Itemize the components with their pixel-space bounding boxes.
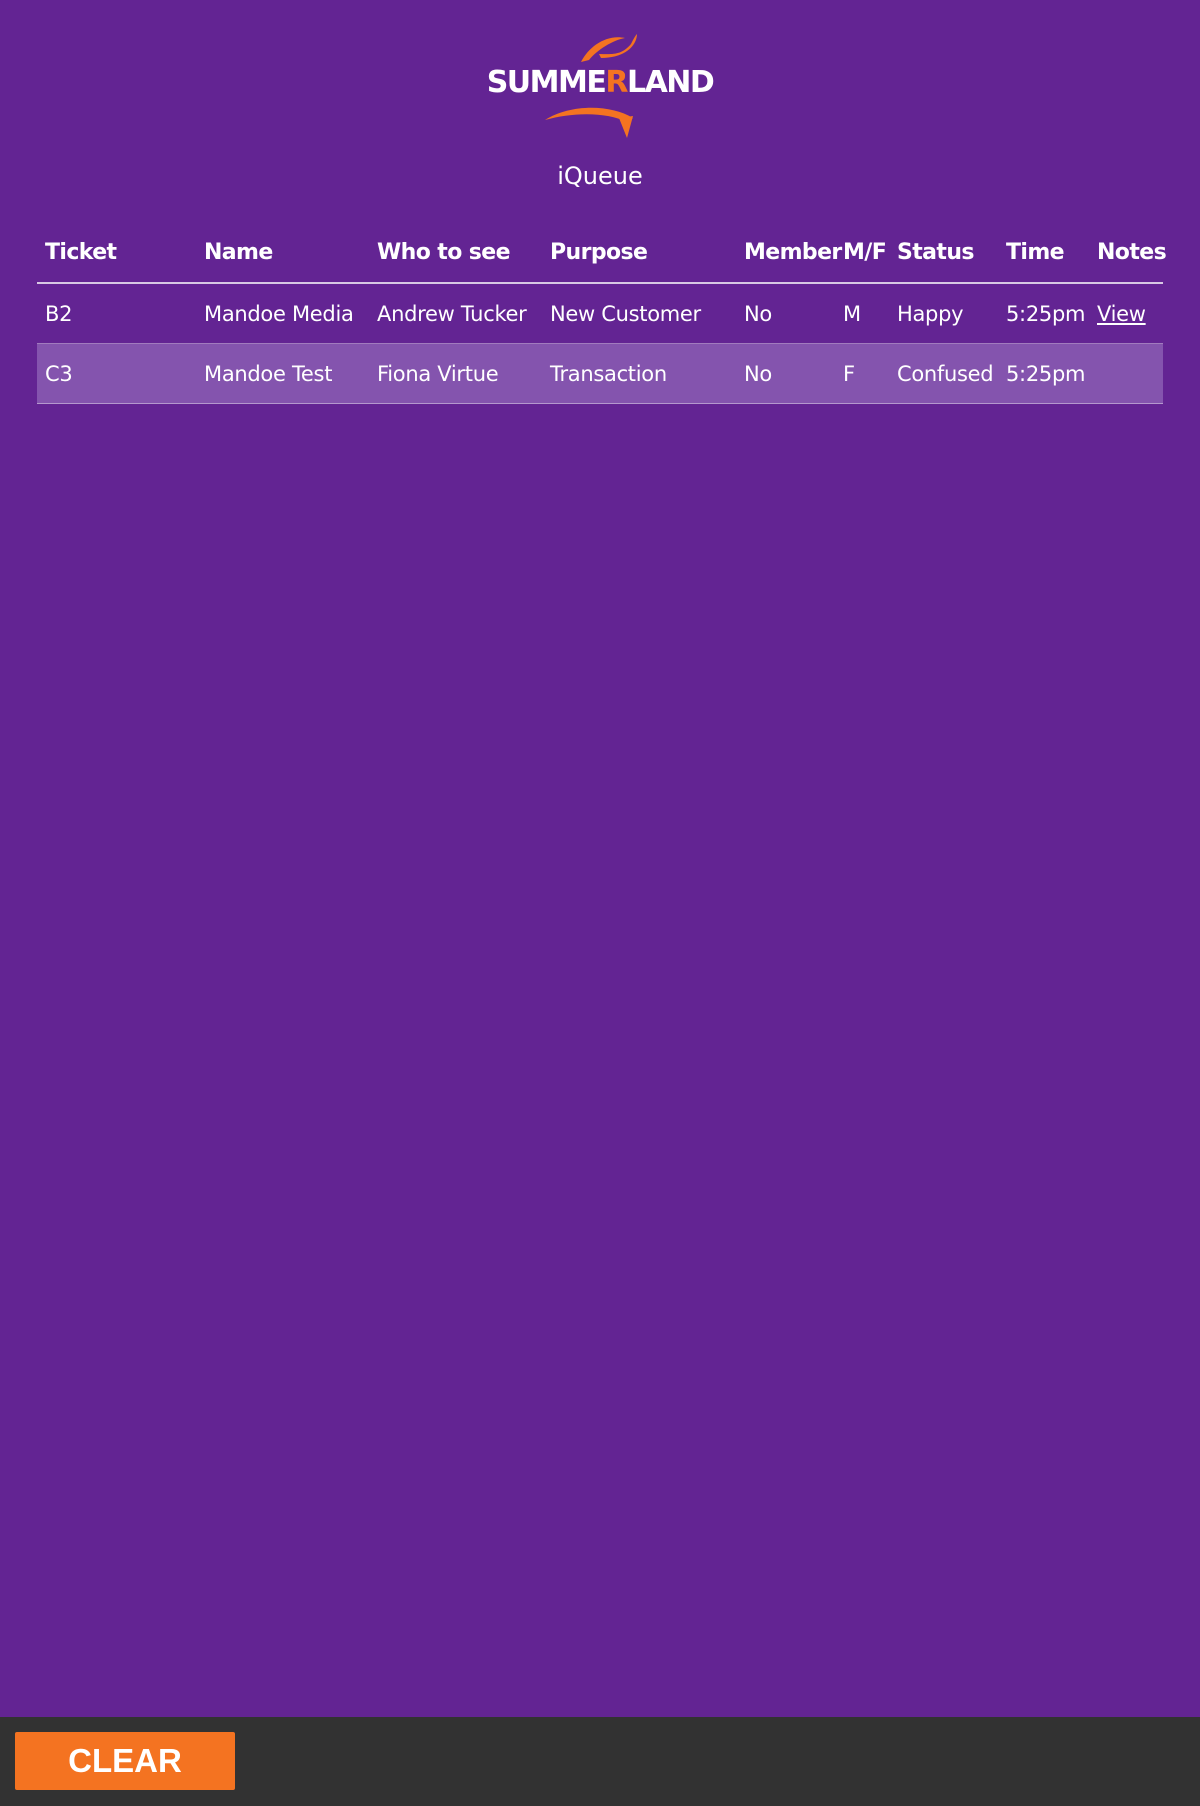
- logo-wave-top: [581, 37, 625, 62]
- cell-member: No: [736, 283, 835, 344]
- column-header-purpose: Purpose: [542, 223, 736, 284]
- app-title: iQueue: [557, 162, 643, 190]
- table-header-row: Ticket Name Who to see Purpose Member M/…: [37, 223, 1167, 284]
- logo-wordmark: SUMMERLAND: [487, 65, 714, 100]
- column-header-member: Member: [736, 223, 842, 284]
- cell-ticket: C3: [37, 343, 196, 404]
- footer-bar: CLEAR: [0, 1717, 1200, 1806]
- column-header-ticket: Ticket: [37, 223, 196, 284]
- cell-status: Confused: [889, 343, 998, 404]
- cell-time: 5:25pm: [998, 283, 1089, 344]
- cell-status: Happy: [889, 283, 998, 344]
- queue-table: Ticket Name Who to see Purpose Member M/…: [37, 223, 1167, 404]
- table-row[interactable]: B2 Mandoe Media Andrew Tucker New Custom…: [37, 283, 1163, 344]
- column-header-status: Status: [889, 223, 998, 284]
- cell-time: 5:25pm: [998, 343, 1089, 404]
- clear-button[interactable]: CLEAR: [15, 1732, 235, 1790]
- cell-notes: View: [1089, 283, 1163, 344]
- column-header-notes: Notes: [1089, 223, 1167, 284]
- cell-name: Mandoe Test: [196, 343, 369, 404]
- cell-who-to-see: Andrew Tucker: [369, 283, 542, 344]
- cell-who-to-see: Fiona Virtue: [369, 343, 542, 404]
- summerland-logo: SUMMERLAND: [487, 34, 715, 138]
- cell-gender: F: [835, 343, 889, 404]
- column-header-name: Name: [196, 223, 369, 284]
- table-row[interactable]: C3 Mandoe Test Fiona Virtue Transaction …: [37, 343, 1163, 404]
- cell-purpose: Transaction: [542, 343, 736, 404]
- cell-gender: M: [835, 283, 889, 344]
- cell-purpose: New Customer: [542, 283, 736, 344]
- column-header-gender: M/F: [835, 223, 889, 284]
- view-notes-link[interactable]: View: [1097, 302, 1146, 326]
- cell-ticket: B2: [37, 283, 196, 344]
- column-header-who-to-see: Who to see: [369, 223, 542, 284]
- logo-swoosh-tip: [619, 116, 633, 138]
- cell-notes: [1089, 343, 1163, 404]
- cell-member: No: [736, 343, 835, 404]
- column-header-time: Time: [998, 223, 1089, 284]
- cell-name: Mandoe Media: [196, 283, 369, 344]
